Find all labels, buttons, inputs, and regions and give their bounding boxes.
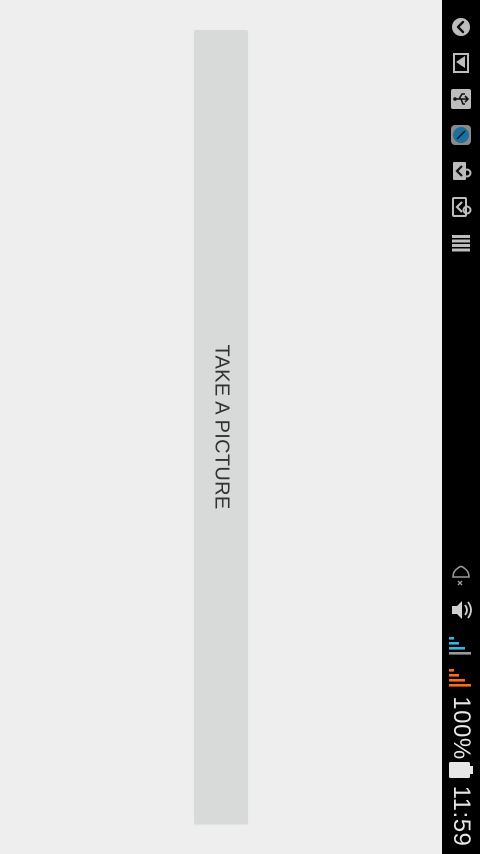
battery-percent: 100% bbox=[448, 696, 475, 760]
sd-card-icon[interactable] bbox=[442, 50, 480, 76]
battery-icon bbox=[442, 757, 480, 783]
apk-install-icon[interactable] bbox=[442, 158, 480, 184]
take-picture-button[interactable]: TAKE A PICTURE bbox=[194, 30, 248, 824]
navigation-back-icon[interactable] bbox=[442, 14, 480, 40]
clock-time: 11:59 bbox=[448, 785, 475, 847]
usb-icon[interactable] bbox=[442, 86, 480, 112]
storage-stack-icon[interactable] bbox=[442, 230, 480, 256]
data-signal-bars-icon bbox=[442, 666, 480, 692]
notifications-muted-icon bbox=[442, 561, 480, 587]
apk-install-alt-icon[interactable] bbox=[442, 194, 480, 220]
vibrate-icon bbox=[442, 597, 480, 623]
take-picture-label: TAKE A PICTURE bbox=[210, 344, 233, 510]
camera-app-screen: TAKE A PICTURE bbox=[0, 0, 442, 854]
compass-app-icon[interactable] bbox=[442, 122, 480, 148]
signal-bars-icon bbox=[442, 634, 480, 660]
status-bar: 100% 11:59 bbox=[442, 0, 480, 854]
